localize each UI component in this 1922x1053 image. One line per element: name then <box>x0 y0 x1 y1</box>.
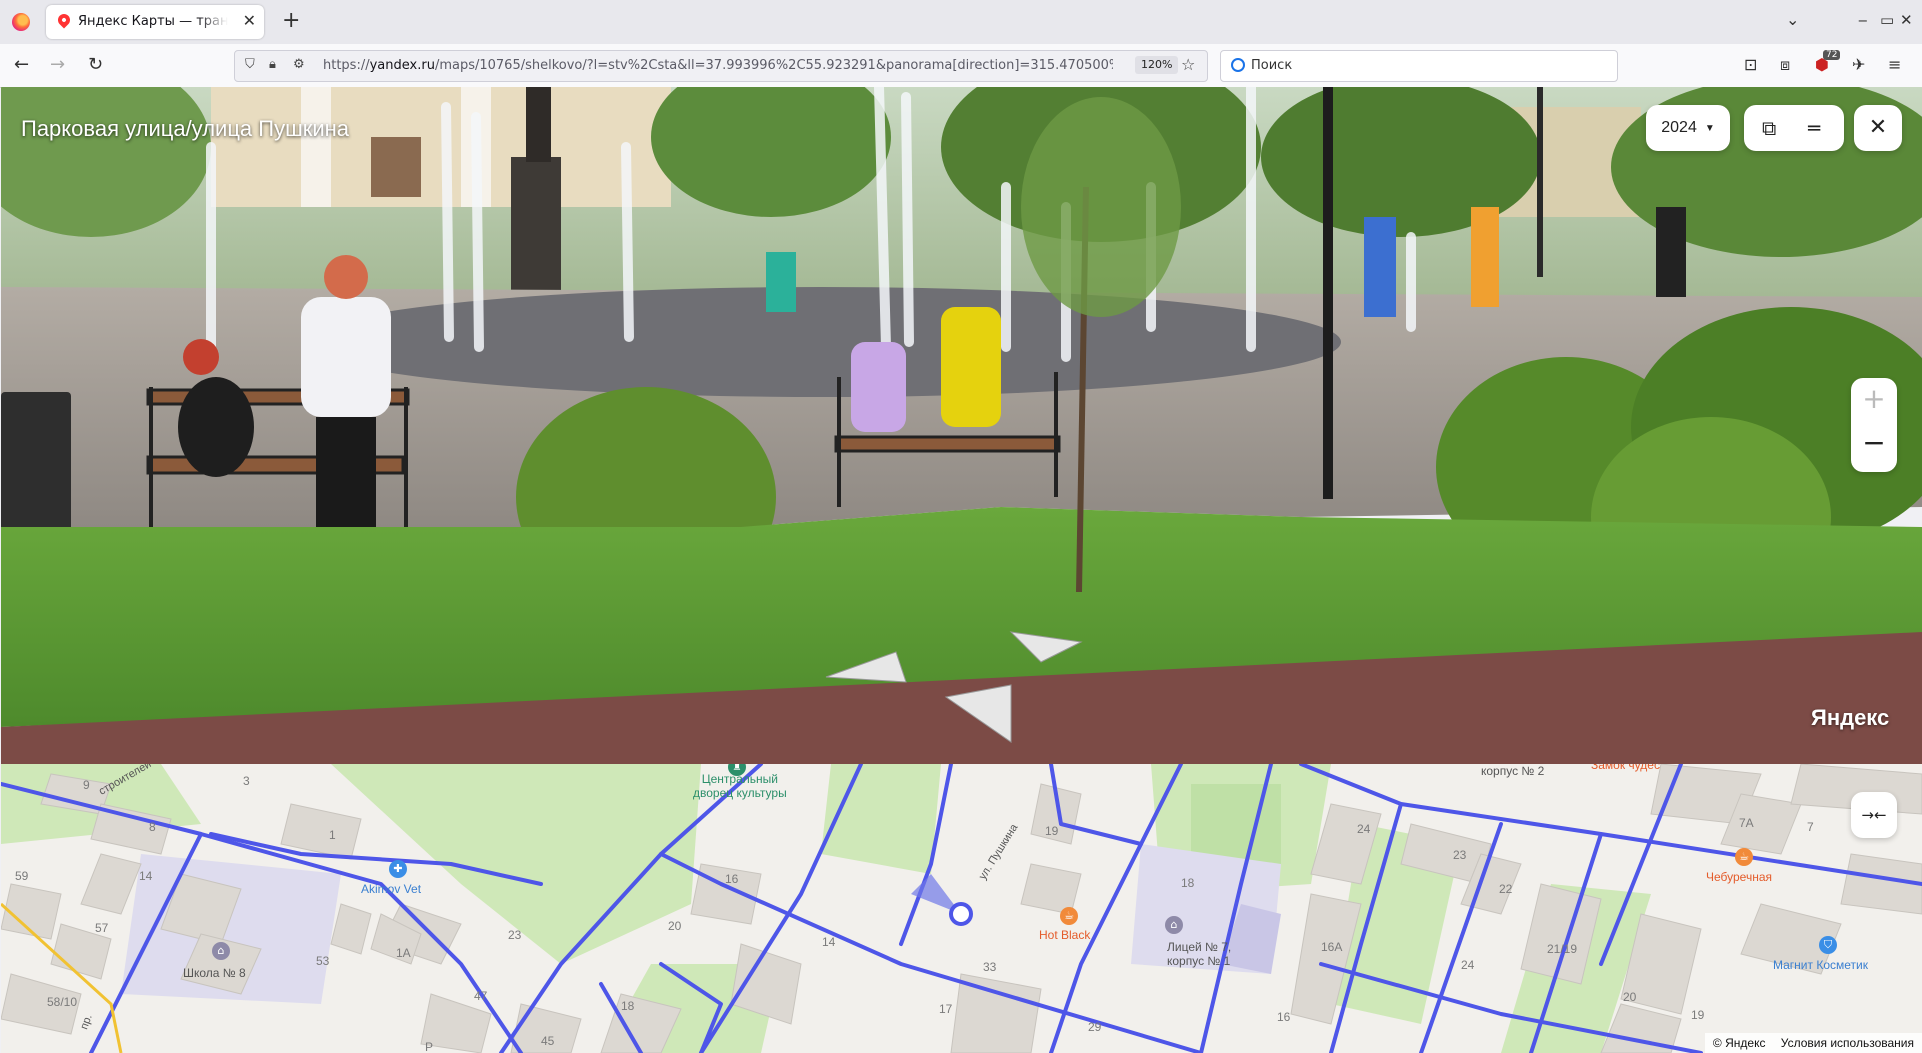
collapse-map-button[interactable]: →← <box>1851 792 1897 838</box>
firefox-logo-icon[interactable] <box>12 13 30 31</box>
split-view-icon[interactable]: ═ <box>1808 116 1820 140</box>
house-number: 45 <box>541 1034 555 1048</box>
map-copyright: © Яндекс Условия использования <box>1704 1033 1922 1053</box>
menu-icon[interactable]: ≡ <box>1888 55 1901 74</box>
street-panorama[interactable]: Парковая улица/улица Пушкина 2024 ▼ ⧉ ═ … <box>1 87 1922 764</box>
house-number: 23 <box>508 928 522 942</box>
house-number: 21/19 <box>1547 942 1578 956</box>
bookmark-star-icon[interactable]: ☆ <box>1181 55 1195 74</box>
extension-badge: 72 <box>1823 50 1841 60</box>
search-engine-icon <box>1231 58 1245 72</box>
map-label-zamok: Замок чудес <box>1591 764 1660 772</box>
house-number: 14 <box>139 869 153 883</box>
vet-icon[interactable]: ✚ <box>389 860 407 878</box>
house-number: 9 <box>83 778 90 792</box>
map-label-dk[interactable]: Центральный дворец культуры <box>693 772 787 800</box>
close-window-button[interactable]: ✕ <box>1900 11 1913 29</box>
maximize-button[interactable]: ▭ <box>1880 11 1894 29</box>
map-canvas[interactable] <box>1 764 1922 1053</box>
extensions-icon[interactable]: ⧈ <box>1780 55 1790 75</box>
cafe-icon[interactable]: ☕︎ <box>1060 907 1078 925</box>
pano-zoom-controls: + − <box>1851 378 1897 472</box>
tab-yandex-maps[interactable]: Яндекс Карты — транспорт ✕ <box>46 5 264 39</box>
search-bar[interactable]: Поиск <box>1220 50 1618 82</box>
house-number: 14 <box>822 935 836 949</box>
tab-bar: Яндекс Карты — транспорт ✕ + ⌄ ‒ ▭ ✕ <box>0 0 1922 45</box>
tab-title: Яндекс Карты — транспорт <box>78 14 228 29</box>
map-label-cheburechnaya[interactable]: Чебуречная <box>1706 870 1772 884</box>
house-number: 29 <box>1088 1020 1102 1034</box>
terms-link[interactable]: Условия использования <box>1781 1036 1914 1050</box>
panorama-photo[interactable] <box>1 87 1922 764</box>
copyright-text: © Яндекс <box>1712 1036 1766 1050</box>
map-pin-icon <box>55 11 73 29</box>
new-tab-button[interactable]: + <box>282 8 300 33</box>
forward-button[interactable]: → <box>50 54 65 75</box>
house-number: 20 <box>668 919 682 933</box>
house-number: 23 <box>1453 848 1467 862</box>
house-number: 57 <box>95 921 109 935</box>
house-number: 17 <box>939 1002 953 1016</box>
house-number: 8 <box>149 820 156 834</box>
close-panorama-button[interactable]: ✕ <box>1854 105 1902 151</box>
house-number: 7А <box>1739 816 1754 830</box>
house-number: 18 <box>621 999 635 1013</box>
house-number: 19 <box>1691 1008 1705 1022</box>
map-label-akimov[interactable]: Akimov Vet <box>361 882 421 896</box>
search-placeholder: Поиск <box>1251 58 1293 73</box>
house-number: 16А <box>1321 940 1343 954</box>
house-number: 59 <box>15 869 29 883</box>
panorama-controls: ⧉ ═ <box>1744 105 1844 151</box>
house-number: 1А <box>396 946 411 960</box>
map-label-magnit[interactable]: Магнит Косметик <box>1773 958 1868 972</box>
shop-icon[interactable]: ⛉ <box>1819 936 1837 954</box>
house-number: 19 <box>1045 824 1059 838</box>
map-label-lyceum[interactable]: Лицей № 7, корпус № 1 <box>1167 940 1231 968</box>
house-number: 53 <box>316 954 330 968</box>
minimize-button[interactable]: ‒ <box>1858 11 1868 29</box>
house-number: 7 <box>1807 820 1814 834</box>
caret-down-icon: ▼ <box>1704 122 1715 134</box>
url-bar[interactable]: ⛉ 🔒︎ ⚙ https://yandex.ru/maps/10765/shel… <box>234 50 1208 82</box>
house-number: 22 <box>1499 882 1513 896</box>
navigation-bar: ← → ↻ ⛉ 🔒︎ ⚙ https://yandex.ru/maps/1076… <box>0 44 1922 88</box>
addon-icon[interactable]: ✈ <box>1852 55 1865 74</box>
map-label-hotblack[interactable]: Hot Black <box>1039 928 1090 942</box>
close-tab-button[interactable]: ✕ <box>243 11 256 30</box>
location-title: Парковая улица/улица Пушкина <box>21 116 350 141</box>
lock-icon[interactable]: 🔒︎ <box>269 57 276 72</box>
yandex-watermark: Яндекс <box>1811 705 1890 730</box>
map-label-korpus2: корпус № 2 <box>1481 764 1545 778</box>
pocket-icon[interactable]: ⊡ <box>1744 55 1757 74</box>
zoom-in-button[interactable]: + <box>1851 382 1897 415</box>
house-number: 58/10 <box>47 995 78 1009</box>
house-number: 24 <box>1461 958 1475 972</box>
year-value: 2024 <box>1661 119 1697 136</box>
house-number: 16 <box>725 872 739 886</box>
mini-map[interactable]: Центральный дворец культуры Akimov Vet Ш… <box>1 764 1922 1053</box>
house-number: 3 <box>243 774 250 788</box>
house-number: 24 <box>1357 822 1371 836</box>
house-number: 33 <box>983 960 997 974</box>
zoom-level-badge[interactable]: 120% <box>1135 56 1179 74</box>
permissions-icon[interactable]: ⚙ <box>293 57 305 72</box>
food-icon[interactable]: ☕︎ <box>1735 848 1753 866</box>
lyceum-icon[interactable]: ⌂ <box>1165 916 1183 934</box>
house-number: P <box>425 1040 434 1053</box>
house-number: 18 <box>1181 876 1195 890</box>
house-number: 1 <box>329 828 336 842</box>
zoom-out-button[interactable]: − <box>1851 426 1897 459</box>
list-all-tabs-button[interactable]: ⌄ <box>1786 10 1799 29</box>
url-text[interactable]: https://yandex.ru/maps/10765/shelkovo/?l… <box>323 58 1113 73</box>
open-external-icon[interactable]: ⧉ <box>1762 116 1776 140</box>
back-button[interactable]: ← <box>14 54 29 75</box>
map-label-school[interactable]: Школа № 8 <box>183 966 246 980</box>
year-select[interactable]: 2024 ▼ <box>1646 105 1730 151</box>
house-number: 20 <box>1623 990 1637 1004</box>
house-number: 16 <box>1277 1010 1291 1024</box>
house-number: 47 <box>474 989 488 1003</box>
shield-icon[interactable]: ⛉ <box>245 57 255 72</box>
reload-button[interactable]: ↻ <box>88 54 103 75</box>
school-icon[interactable]: ⌂ <box>212 942 230 960</box>
